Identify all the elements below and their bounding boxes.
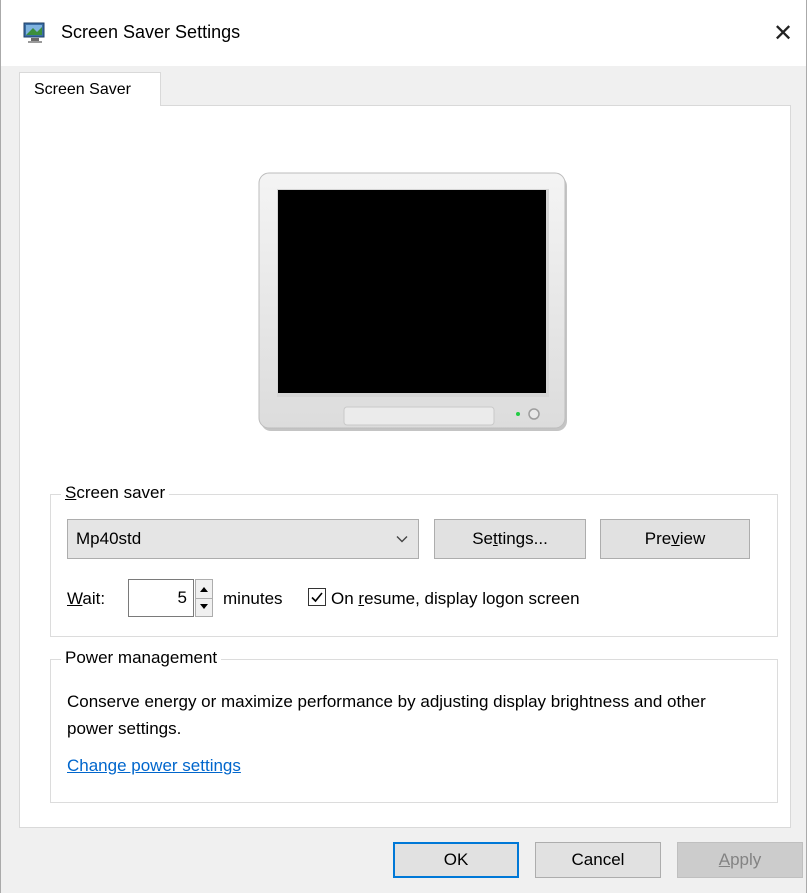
checkmark-icon — [311, 592, 323, 603]
spin-down-button[interactable] — [196, 598, 212, 616]
tab-label: Screen Saver — [34, 81, 131, 98]
wait-spinner — [195, 579, 213, 617]
minutes-label: minutes — [223, 589, 283, 608]
triangle-down-icon — [200, 604, 208, 609]
cancel-button[interactable]: Cancel — [535, 842, 661, 878]
power-management-title: Power management — [61, 648, 222, 668]
resume-logon-label[interactable]: On resume, display logon screen — [331, 589, 580, 609]
apply-button[interactable]: Apply — [677, 842, 803, 878]
resume-logon-checkbox[interactable] — [308, 588, 326, 606]
wait-minutes-value: 5 — [177, 588, 187, 607]
chevron-down-icon — [395, 531, 409, 545]
power-management-group: Power management Conserve energy or maxi… — [50, 648, 778, 803]
tab-panel: Screen saver Mp40std Se t tings... Pre v iew… — [19, 105, 791, 828]
close-button[interactable]: ✕ — [760, 10, 806, 56]
close-icon: ✕ — [772, 19, 794, 47]
screen-saver-selected: Mp40std — [76, 529, 142, 548]
screen-saver-group: Screen saver Mp40std Se t tings... Pre v iew… — [50, 483, 778, 637]
settings-button[interactable]: Se t tings... — [434, 519, 586, 559]
dialog-window: Screen Saver Settings ✕ Screen Saver Scr… — [0, 0, 807, 893]
screen-saver-group-title: Screen saver — [61, 483, 170, 503]
monitor-screensaver-icon — [23, 22, 47, 44]
tab-screen-saver[interactable]: Screen Saver — [19, 72, 161, 106]
preview-button[interactable]: Pre v iew — [600, 519, 750, 559]
window-title: Screen Saver Settings — [61, 22, 241, 42]
spin-up-button[interactable] — [196, 580, 212, 599]
power-management-description: Conserve energy or maximize performance … — [67, 692, 706, 738]
triangle-up-icon — [200, 587, 208, 592]
change-power-settings-link[interactable]: Change power settings — [67, 756, 241, 776]
monitor-preview-icon — [258, 172, 567, 431]
ok-button[interactable]: OK — [393, 842, 519, 878]
wait-minutes-input[interactable]: 5 — [128, 579, 194, 617]
title-bar: Screen Saver Settings ✕ — [1, 0, 806, 66]
monitor-preview — [258, 171, 570, 436]
screen-saver-dropdown[interactable]: Mp40std — [67, 519, 419, 559]
wait-label: Wait: — [67, 589, 106, 608]
